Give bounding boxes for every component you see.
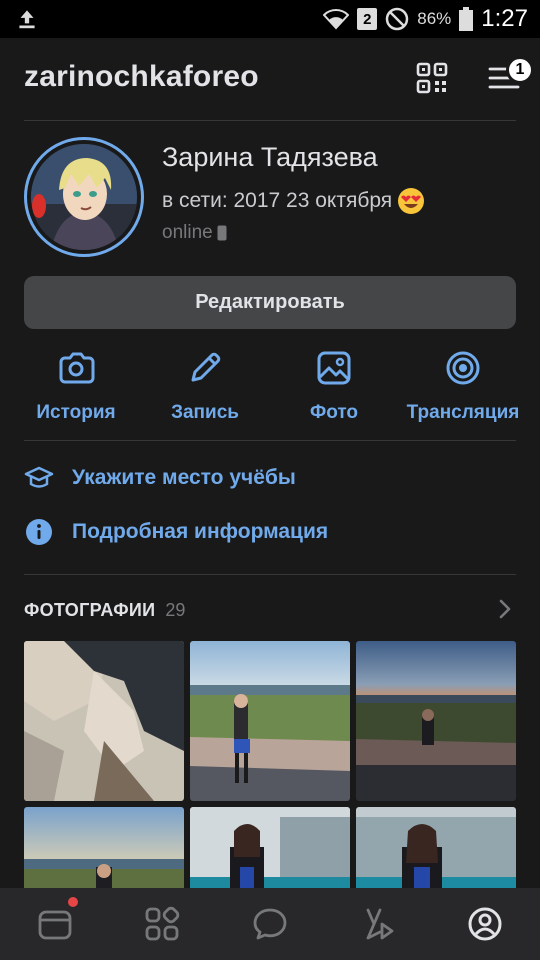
news-tab-icon[interactable] bbox=[37, 906, 73, 942]
battery-icon bbox=[459, 7, 474, 31]
mobile-phone-icon bbox=[217, 225, 227, 241]
details-link[interactable]: Подробная информация bbox=[24, 517, 328, 547]
photo-thumbnail[interactable] bbox=[356, 641, 516, 801]
profile-tab-icon[interactable] bbox=[467, 906, 503, 942]
avatar[interactable] bbox=[24, 137, 144, 257]
clips-tab-icon[interactable] bbox=[360, 906, 396, 942]
education-label: Укажите место учёбы bbox=[72, 466, 296, 489]
image-icon bbox=[317, 351, 351, 385]
photo-button[interactable]: Фото bbox=[269, 340, 399, 424]
page-title: zarinochkaforeo bbox=[24, 60, 259, 93]
broadcast-icon bbox=[446, 351, 480, 385]
photos-title: ФОТОГРАФИИ bbox=[24, 599, 156, 620]
divider bbox=[24, 120, 516, 121]
info-icon bbox=[26, 519, 52, 545]
do-not-disturb-icon bbox=[386, 7, 409, 31]
qr-code-icon[interactable] bbox=[414, 60, 450, 96]
profile-name: Зарина Тадязева bbox=[162, 142, 378, 172]
divider bbox=[24, 440, 516, 441]
photos-section-header[interactable]: ФОТОГРАФИИ 29 bbox=[24, 598, 516, 622]
details-label: Подробная информация bbox=[72, 520, 329, 543]
avatar-image bbox=[31, 144, 137, 250]
action-label: Запись bbox=[171, 402, 239, 423]
sim-slot-badge: 2 bbox=[357, 8, 378, 30]
story-button[interactable]: История bbox=[11, 340, 141, 424]
last-seen-text: в сети: 2017 23 октября bbox=[162, 189, 393, 212]
messages-tab-icon[interactable] bbox=[252, 906, 288, 942]
photo-thumbnail[interactable] bbox=[24, 641, 184, 801]
battery-percent: 86% bbox=[417, 9, 452, 28]
graduation-cap-icon bbox=[24, 466, 54, 488]
pencil-icon bbox=[191, 352, 221, 382]
online-text: online bbox=[162, 222, 213, 243]
broadcast-button[interactable]: Трансляция bbox=[398, 340, 528, 424]
online-status: online bbox=[162, 222, 227, 244]
services-tab-icon[interactable] bbox=[144, 906, 180, 942]
divider bbox=[24, 574, 516, 575]
bottom-tab-bar bbox=[0, 888, 540, 960]
news-notification-dot bbox=[68, 897, 78, 907]
photos-count: 29 bbox=[165, 599, 186, 620]
upload-icon bbox=[19, 10, 35, 29]
status-bar: 2 86% 1:27 bbox=[0, 0, 540, 38]
photo-thumbnail[interactable] bbox=[190, 641, 350, 801]
action-label: История bbox=[36, 402, 116, 423]
menu-notification-badge: 1 bbox=[506, 56, 534, 84]
heart-eyes-emoji-icon bbox=[398, 188, 425, 214]
quick-actions: История Запись Фото Трансляция bbox=[0, 340, 540, 435]
last-seen-status: в сети: 2017 23 октября bbox=[162, 186, 426, 216]
edit-profile-button[interactable]: Редактировать bbox=[24, 276, 516, 329]
status-time: 1:27 bbox=[481, 5, 528, 32]
education-link[interactable]: Укажите место учёбы bbox=[24, 463, 296, 493]
action-label: Трансляция bbox=[406, 402, 520, 423]
profile-header: zarinochkaforeo 1 bbox=[0, 38, 540, 120]
post-button[interactable]: Запись bbox=[140, 340, 270, 424]
action-label: Фото bbox=[309, 402, 358, 423]
camera-icon bbox=[59, 352, 95, 384]
chevron-right-icon bbox=[499, 599, 511, 619]
wifi-icon bbox=[323, 9, 350, 30]
